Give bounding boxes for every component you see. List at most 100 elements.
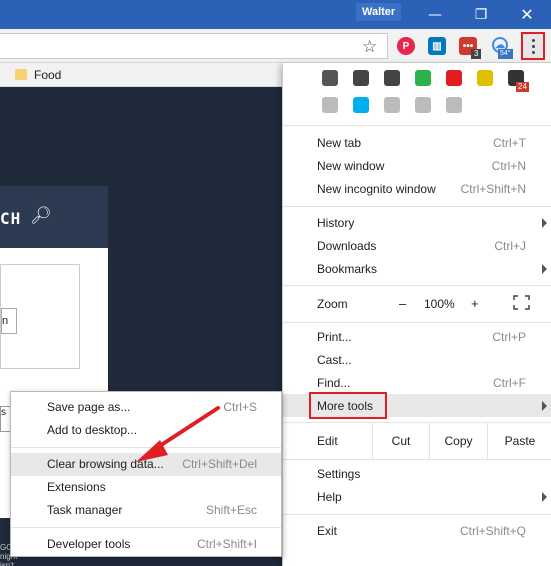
menu-shortcut: Ctrl+Shift+N [460, 182, 526, 196]
shield-ext-icon[interactable] [446, 97, 462, 113]
menu-label: Exit [317, 524, 338, 538]
menu-shortcut: Ctrl+P [492, 330, 526, 344]
fullscreen-icon[interactable] [513, 295, 530, 310]
chrome-menu-button[interactable] [521, 32, 545, 60]
menu-label: Find... [317, 376, 351, 390]
separator [11, 447, 281, 448]
keep-icon[interactable] [353, 70, 369, 86]
annotation-highlight-box [309, 392, 387, 419]
submenu-item-save-page[interactable]: Save page as... Ctrl+S [11, 396, 281, 419]
address-bar[interactable]: ☆ [0, 33, 388, 59]
menu-label: Print... [317, 330, 352, 344]
adobe-icon[interactable] [446, 70, 462, 86]
page-button[interactable]: n [1, 308, 17, 334]
edit-row: Edit Cut Copy Paste [283, 422, 551, 459]
chrome-main-menu: 24 New tab Ctrl+T New window Ctrl+N New … [282, 63, 551, 566]
minimize-button[interactable]: — [412, 0, 458, 29]
submenu-arrow-icon [542, 218, 547, 228]
menu-item-settings[interactable]: Settings [283, 463, 551, 486]
submenu-shortcut: Ctrl+Shift+I [196, 537, 257, 551]
separator [283, 322, 551, 323]
submenu-label: Add to desktop... [47, 423, 138, 437]
menu-shortcut: Ctrl+Shift+Q [459, 524, 526, 538]
copy-button[interactable]: Copy [429, 422, 487, 459]
menu-label: Cast... [317, 353, 352, 367]
close-window-button[interactable]: ✕ [504, 0, 550, 29]
submenu-label: Save page as... [47, 400, 131, 414]
menu-item-print[interactable]: Print... Ctrl+P [283, 326, 551, 349]
submenu-item-add-to-desktop[interactable]: Add to desktop... [11, 419, 281, 442]
evernote-icon[interactable] [384, 97, 400, 113]
menu-dot-icon [531, 44, 535, 48]
menu-dot-icon [531, 50, 535, 54]
submenu-item-task-manager[interactable]: Task manager Shift+Esc [11, 499, 281, 522]
menu-item-history[interactable]: History [283, 212, 551, 235]
submenu-item-clear-browsing-data[interactable]: Clear browsing data... Ctrl+Shift+Del [11, 453, 281, 476]
submenu-label: Task manager [47, 503, 123, 517]
submenu-arrow-icon [542, 401, 547, 411]
menu-item-downloads[interactable]: Downloads Ctrl+J [283, 235, 551, 258]
search-icon[interactable]: 🔍︎ [30, 206, 52, 226]
pinterest-extension-icon[interactable]: P [397, 37, 415, 55]
submenu-arrow-icon [542, 492, 547, 502]
menu-item-new-incognito-window[interactable]: New incognito window Ctrl+Shift+N [283, 178, 551, 201]
star-extension-icon[interactable] [477, 70, 493, 86]
menu-shortcut: Ctrl+N [491, 159, 526, 173]
image-icon[interactable] [415, 97, 431, 113]
zoom-out-button[interactable]: – [399, 296, 406, 311]
edit-label: Edit [317, 434, 338, 448]
skype-icon[interactable] [353, 97, 369, 113]
feedly-icon[interactable] [415, 70, 431, 86]
zoom-level: 100% [424, 297, 455, 311]
profile-name[interactable]: Walter [356, 3, 402, 21]
submenu-shortcut: Shift+Esc [205, 503, 257, 517]
menu-item-cast[interactable]: Cast... [283, 349, 551, 372]
submenu-label: Extensions [47, 480, 106, 494]
content-box: n [0, 264, 80, 369]
more-tools-submenu: Save page as... Ctrl+S Add to desktop...… [10, 391, 282, 557]
browser-toolbar: ☆ P ▥ ••• 3 ☁ 54° [0, 29, 551, 63]
menu-item-new-tab[interactable]: New tab Ctrl+T [283, 132, 551, 155]
menu-dot-icon [531, 38, 535, 42]
pocket-icon[interactable] [322, 70, 338, 86]
submenu-shortcut: Ctrl+S [223, 400, 257, 414]
trello-extension-icon[interactable]: ▥ [428, 37, 446, 55]
site-search-bar[interactable]: CH 🔍︎ [0, 186, 108, 248]
separator [11, 527, 281, 528]
bookmark-star-icon[interactable]: ☆ [362, 37, 377, 57]
menu-item-help[interactable]: Help [283, 486, 551, 509]
menu-label: New tab [317, 136, 362, 150]
cut-button[interactable]: Cut [372, 422, 429, 459]
zoom-row: Zoom – 100% + [283, 285, 551, 322]
zoom-in-button[interactable]: + [471, 296, 479, 311]
weather-badge: 54° [498, 49, 513, 59]
submenu-label: Clear browsing data... [47, 457, 164, 471]
submenu-label: Developer tools [47, 537, 131, 551]
submenu-shortcut: Ctrl+Shift+Del [182, 457, 257, 471]
menu-shortcut: Ctrl+T [493, 136, 526, 150]
camera-icon[interactable] [322, 97, 338, 113]
bookmark-folder-food[interactable]: Food [34, 68, 61, 82]
maximize-button[interactable]: ❐ [458, 0, 504, 29]
menu-label: Settings [317, 467, 361, 481]
menu-label: Bookmarks [317, 262, 378, 276]
zoom-label: Zoom [317, 297, 348, 311]
menu-item-bookmarks[interactable]: Bookmarks [283, 258, 551, 281]
menu-label: New window [317, 159, 385, 173]
menu-item-exit[interactable]: Exit Ctrl+Shift+Q [283, 520, 551, 543]
separator [283, 459, 551, 460]
extension-badge: 3 [471, 49, 482, 59]
inbox-icon[interactable] [384, 70, 400, 86]
menu-label: History [317, 216, 355, 230]
submenu-item-developer-tools[interactable]: Developer tools Ctrl+Shift+I [11, 533, 281, 556]
separator [283, 125, 551, 126]
fullscreen-icon-graphic [513, 295, 530, 310]
menu-label: Downloads [317, 239, 377, 253]
menu-item-new-window[interactable]: New window Ctrl+N [283, 155, 551, 178]
title-bar: Walter — ❐ ✕ [0, 0, 551, 29]
submenu-item-extensions[interactable]: Extensions [11, 476, 281, 499]
menu-shortcut: Ctrl+J [494, 239, 526, 253]
paste-button[interactable]: Paste [487, 422, 551, 459]
extension-badge: 24 [516, 82, 529, 92]
search-label: CH [0, 209, 22, 228]
